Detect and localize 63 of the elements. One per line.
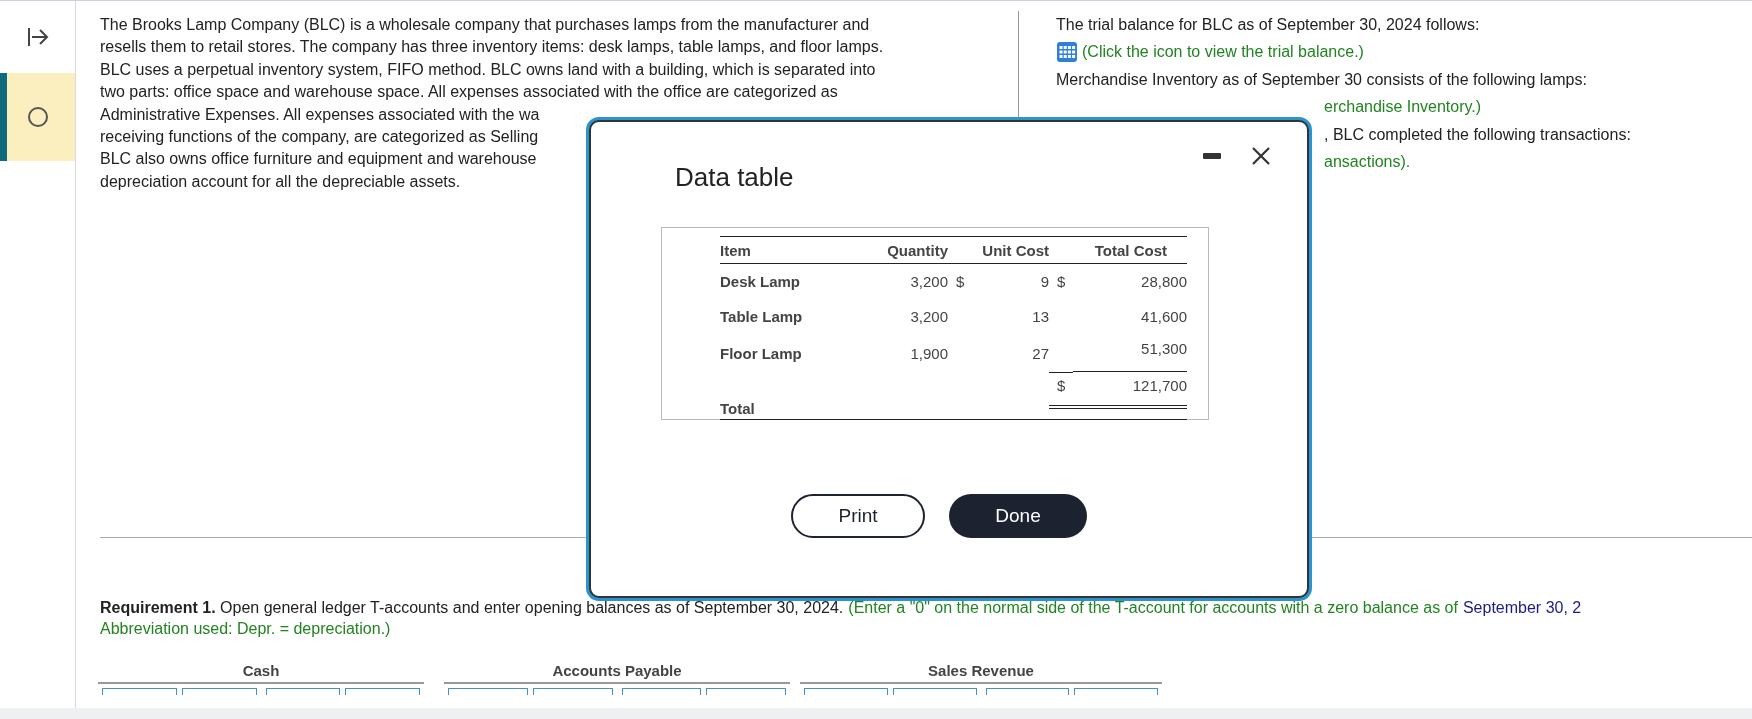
problem-text-line: depreciation account for all the depreciable assets. xyxy=(100,171,461,192)
fact-text: , BLC completed the following transactions: xyxy=(1324,125,1631,144)
view-link[interactable]: (Click the icon to view the trial balance.) xyxy=(1082,43,1364,62)
problem-text-line: BLC also owns office furniture and equipment and warehouse xyxy=(100,149,537,170)
input-field[interactable] xyxy=(706,688,786,695)
problem-text-line: receiving functions of the company, are categorized as Selling xyxy=(100,127,539,148)
currency-sign: $ xyxy=(1057,273,1066,290)
total-cost-cell-text: 41,600 xyxy=(1140,307,1187,327)
problem-text-line: resells them to retail stores. The company has three inventory items: desk lamps, table lamps, and floor lamps. xyxy=(100,37,884,58)
total-amount: 121,700 xyxy=(1073,373,1187,409)
item-cell-text: Floor Lamp xyxy=(720,343,803,364)
problem-text-line: two parts: office space and warehouse space. All expenses associated with the office are categorized as xyxy=(100,82,838,103)
problem-text-line: Administrative Expenses. All expenses associated with the wa xyxy=(100,104,540,125)
column-header: Item xyxy=(720,237,860,264)
abbreviation-text: Abbreviation used: Depr. = depreciation.) xyxy=(100,619,392,639)
fact-text: Merchandise Inventory as of September 30 consists of the following lamps: xyxy=(1056,70,1587,89)
item-cell-text: Desk Lamp xyxy=(720,272,802,292)
unit-cost-cell-text: 27 xyxy=(1031,343,1049,364)
hint-text: (Enter a "0" on the normal side of the T-account for accounts with a zero balance as of xyxy=(848,598,1458,618)
input-field[interactable] xyxy=(985,688,1070,695)
input-field[interactable] xyxy=(102,688,177,695)
minimize-icon xyxy=(1203,153,1221,159)
total-cost-cell: 51,300 xyxy=(1073,334,1187,372)
input-field[interactable] xyxy=(892,688,977,695)
unit-cost-cell-text: 9 xyxy=(1039,272,1049,292)
t-account-title: Cash xyxy=(98,662,424,684)
quantity-cell-text: 3,200 xyxy=(909,272,948,292)
total-label: Total xyxy=(720,399,756,419)
currency-sign: $ xyxy=(956,273,965,290)
problem-text-line: The Brooks Lamp Company (BLC) is a wholesale company that purchases lamps from the manufacturer and xyxy=(100,15,870,35)
step-item[interactable] xyxy=(0,73,75,161)
unit-cost-cell-text: 13 xyxy=(1031,307,1049,327)
close-icon xyxy=(1251,146,1271,166)
item-cell-text: Table Lamp xyxy=(720,307,804,327)
input-field[interactable] xyxy=(265,688,341,695)
t-account-title: Sales Revenue xyxy=(800,662,1162,684)
input-field[interactable] xyxy=(1074,688,1158,695)
input-field[interactable] xyxy=(621,688,702,695)
circle-icon xyxy=(26,106,49,128)
date-text: September 30, 2 xyxy=(1462,598,1582,618)
input-field[interactable] xyxy=(532,688,613,695)
fact-text: The trial balance for BLC as of September 30, 2024 follows: xyxy=(1056,15,1480,34)
column-header: Unit Cost xyxy=(948,237,1049,264)
total-cost-cell-text: 28,800 xyxy=(1140,272,1187,292)
input-field[interactable] xyxy=(448,688,528,695)
input-field[interactable] xyxy=(345,688,420,695)
currency-sign: $ xyxy=(1057,377,1066,394)
column-header: Quantity xyxy=(860,237,948,264)
print-button[interactable]: Print xyxy=(791,494,925,538)
requirement-text: Requirement 1. Open general ledger T-accounts and enter opening balances as of September 30, 2024. xyxy=(100,598,844,618)
problem-text-line: BLC uses a perpetual inventory system, FIFO method. BLC owns land with a building, which is separated into xyxy=(100,59,876,80)
input-field[interactable] xyxy=(804,688,888,695)
quantity-cell-text: 3,200 xyxy=(909,307,948,327)
table-icon[interactable] xyxy=(1056,41,1078,64)
column-header: Total Cost xyxy=(1049,237,1187,264)
view-link[interactable]: ansactions). xyxy=(1324,153,1411,172)
view-link[interactable]: erchandise Inventory.) xyxy=(1324,98,1482,117)
quantity-cell-text: 1,900 xyxy=(909,343,948,364)
input-field[interactable] xyxy=(181,688,257,695)
t-account-title: Accounts Payable xyxy=(444,662,790,684)
done-button[interactable]: Done xyxy=(949,494,1087,538)
arrow-to-right-icon xyxy=(26,27,49,47)
dialog-title: Data table xyxy=(675,162,794,193)
